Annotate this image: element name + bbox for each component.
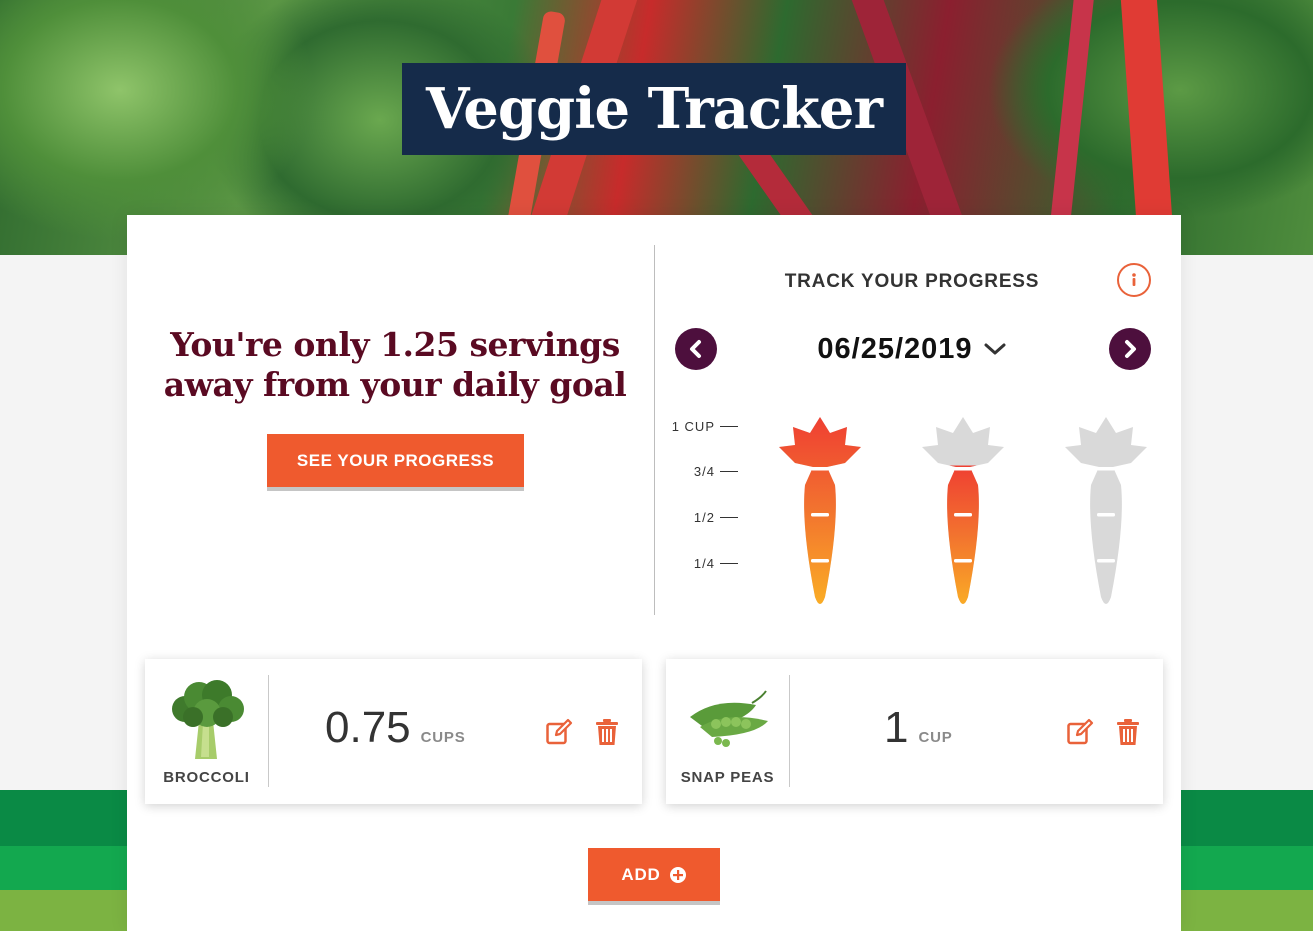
chevron-right-icon <box>1125 340 1136 358</box>
carrot-fill <box>922 465 1004 604</box>
scale-tick <box>720 471 738 472</box>
amount-value: 0.75 <box>325 703 411 752</box>
track-progress-title: TRACK YOUR PROGRESS <box>784 271 1040 292</box>
edit-icon <box>546 718 573 745</box>
title-banner: Veggie Tracker <box>402 63 906 155</box>
carrot-marker <box>811 513 829 517</box>
amount-value: 1 <box>884 703 909 752</box>
carrot-marker <box>811 559 829 563</box>
entry-name: SNAP PEAS <box>680 769 775 786</box>
carrot-marker <box>954 559 972 563</box>
next-day-button[interactable] <box>1109 328 1151 370</box>
delete-broccoli-button[interactable] <box>592 717 622 747</box>
broccoli-image <box>172 680 244 759</box>
page-title: Veggie Tracker <box>425 76 883 142</box>
chevron-down-icon <box>984 343 1006 355</box>
delete-snap-peas-button[interactable] <box>1113 717 1143 747</box>
scale-tick <box>720 517 738 518</box>
entry-divider <box>268 675 269 787</box>
goal-headline: You're only 1.25 servings away from your… <box>163 325 627 404</box>
entry-card-snap-peas: SNAP PEAS 1 CUP <box>666 659 1163 804</box>
carrot-marker <box>811 467 829 471</box>
date-selector[interactable]: 06/25/2019 <box>787 327 1037 371</box>
carrot-outline <box>1065 417 1147 604</box>
trash-icon <box>1117 719 1139 745</box>
trash-icon <box>596 719 618 745</box>
entry-name: BROCCOLI <box>163 769 250 786</box>
scale-label-1-4: 1/4 <box>693 556 715 571</box>
carrot-serving-3 <box>1065 417 1147 604</box>
selected-date: 06/25/2019 <box>817 332 973 365</box>
entry-divider <box>789 675 790 787</box>
previous-day-button[interactable] <box>675 328 717 370</box>
tracker-card: You're only 1.25 servings away from your… <box>127 215 1181 931</box>
edit-icon <box>1067 718 1094 745</box>
amount-unit: CUP <box>918 729 953 746</box>
carrot-marker <box>1097 559 1115 563</box>
entry-card-broccoli: BROCCOLI 0.75 CUPS <box>145 659 642 804</box>
plus-circle-icon <box>669 866 686 883</box>
add-button-label: ADD <box>621 864 661 884</box>
carrot-marker <box>954 467 972 471</box>
edit-snap-peas-button[interactable] <box>1065 717 1095 747</box>
carrot-marker <box>1097 467 1115 471</box>
scale-tick <box>720 426 738 427</box>
info-icon[interactable] <box>1117 263 1151 297</box>
scale-label-1-2: 1/2 <box>693 510 715 525</box>
scale-label-3-4: 3/4 <box>693 464 715 479</box>
scale-label-1-cup: 1 CUP <box>671 419 715 434</box>
chevron-left-icon <box>690 340 701 358</box>
entry-amount: 0.75 CUPS <box>325 703 466 761</box>
see-progress-button[interactable]: SEE YOUR PROGRESS <box>267 434 524 491</box>
carrot-marker <box>1097 513 1115 517</box>
snap-peas-image <box>690 690 768 747</box>
add-entry-button[interactable]: ADD <box>588 848 720 905</box>
carrot-marker <box>954 513 972 517</box>
scale-tick <box>720 563 738 564</box>
edit-broccoli-button[interactable] <box>544 717 574 747</box>
carrot-serving-2 <box>922 417 1004 604</box>
entry-amount: 1 CUP <box>884 703 953 761</box>
carrot-serving-1 <box>779 417 861 604</box>
amount-unit: CUPS <box>420 729 466 746</box>
